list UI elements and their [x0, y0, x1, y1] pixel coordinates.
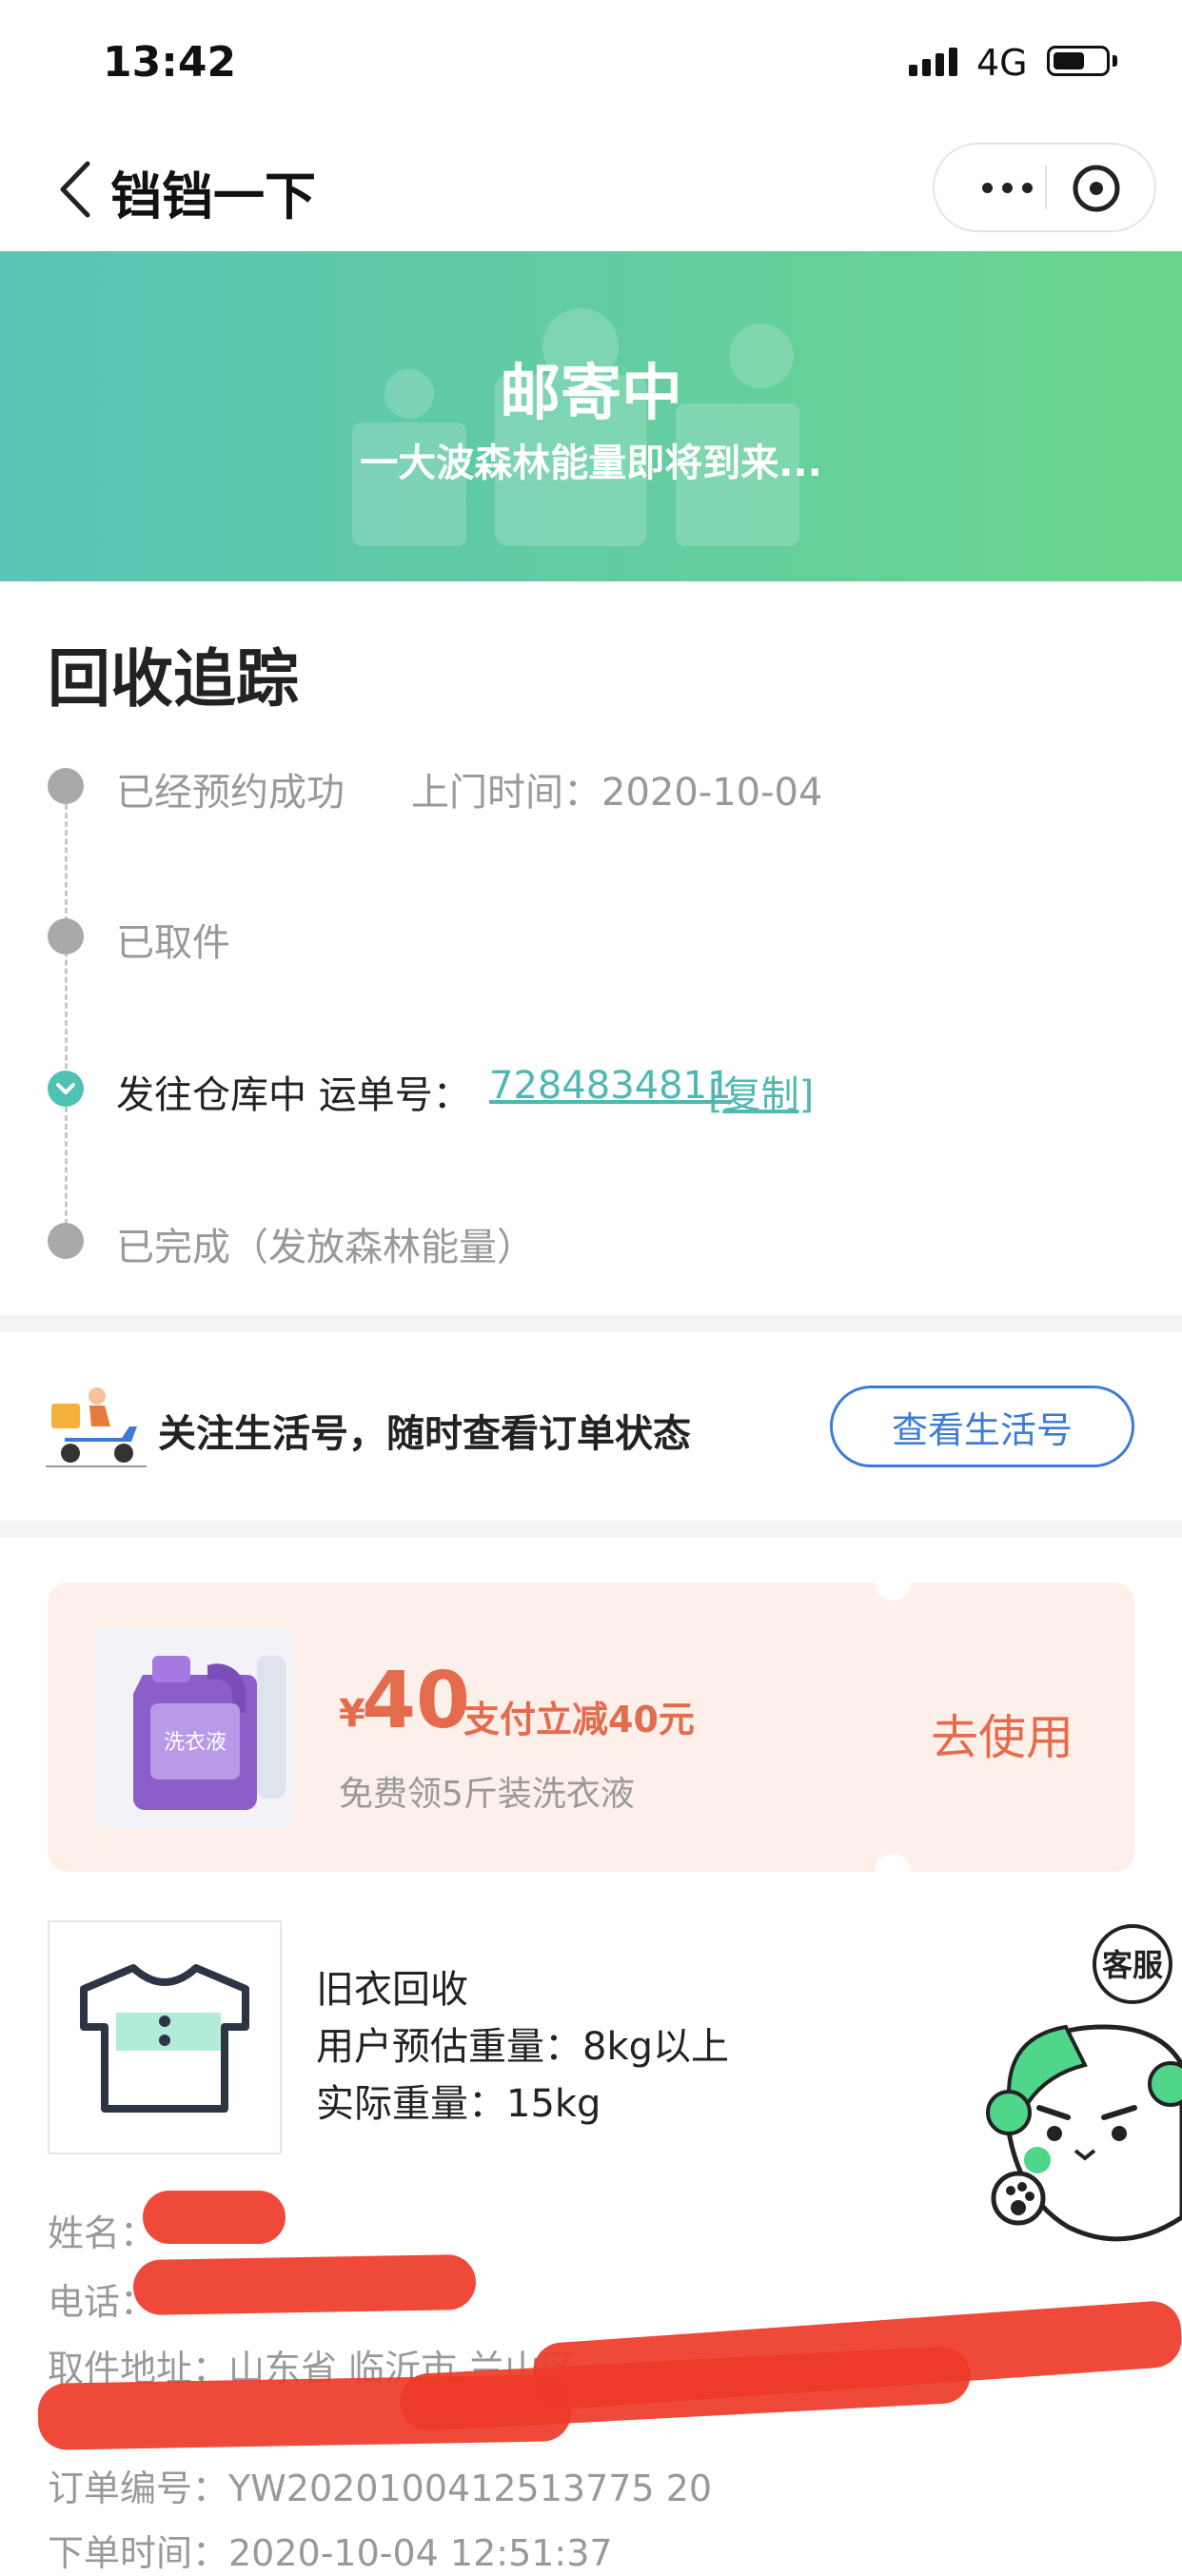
copy-link[interactable]: [复制]	[708, 1064, 814, 1119]
estimated-weight: 用户预估重量：8kg以上	[316, 2025, 730, 2069]
follow-prompt: 关注生活号，随时查看订单状态	[158, 1412, 691, 1456]
name-label: 姓名：	[48, 2212, 157, 2254]
battery-tip	[1113, 55, 1117, 67]
back-icon[interactable]	[55, 160, 95, 219]
section-divider	[0, 1521, 1182, 1538]
step-booked-time: 上门时间：2020-10-04	[411, 771, 823, 815]
coupon-notch	[875, 1854, 911, 1890]
mini-program-capsule	[933, 143, 1156, 232]
battery-icon	[1047, 46, 1110, 76]
timeline-dot	[48, 1223, 84, 1259]
page-title: 铛铛一下	[110, 167, 316, 226]
redaction-mark	[132, 2253, 477, 2316]
service-label: 客服	[1102, 1947, 1163, 1983]
section-divider	[0, 1315, 1182, 1332]
timeline-current-icon	[48, 1071, 84, 1107]
coupon-notch	[875, 1564, 911, 1601]
detergent-label: 洗衣液	[164, 1731, 227, 1755]
status-time: 13:42	[103, 38, 237, 87]
tshirt-icon	[80, 1964, 249, 2113]
close-icon[interactable]	[1072, 164, 1121, 213]
delivery-rider-icon	[46, 1385, 147, 1470]
tracking-title: 回收追踪	[48, 642, 299, 716]
actual-weight: 实际重量：15kg	[316, 2082, 601, 2126]
use-coupon-button[interactable]: 去使用	[931, 1700, 1074, 1768]
banner-subtitle: 一大波森林能量即将到来...	[360, 442, 822, 485]
view-life-account-button[interactable]: 查看生活号	[830, 1386, 1134, 1467]
step-shipping-label: 发往仓库中 运单号：	[116, 1073, 471, 1117]
step-complete-label: 已完成（发放森林能量）	[116, 1226, 535, 1269]
detergent-image: 洗衣液	[95, 1627, 295, 1827]
signal-icon	[909, 48, 957, 76]
step-booked-label: 已经预约成功	[116, 771, 345, 815]
coupon-description: 支付立减40元	[463, 1699, 695, 1740]
order-number: 订单编号：YW2020100412513775 20	[48, 2468, 713, 2509]
timeline-dot	[48, 768, 84, 804]
capsule-divider	[1045, 166, 1047, 209]
more-icon[interactable]	[969, 145, 1045, 230]
status-banner: 邮寄中 一大波森林能量即将到来...	[0, 251, 1182, 581]
timeline-line	[65, 804, 68, 1242]
coupon-amount: 40	[362, 1656, 471, 1746]
banner-title: 邮寄中	[500, 359, 682, 429]
step-picked-label: 已取件	[116, 921, 230, 965]
customer-service-mascot[interactable]: 客服	[980, 1922, 1182, 2274]
network-type: 4G	[976, 42, 1028, 84]
coupon-subtitle: 免费领5斤装洗衣液	[339, 1775, 635, 1814]
order-time: 下单时间：2020-10-04 12:51:37	[48, 2532, 613, 2574]
tracking-number-link[interactable]: 7284834811	[489, 1064, 732, 1108]
timeline-dot	[48, 918, 84, 954]
product-name: 旧衣回收	[316, 1968, 468, 2012]
redaction-mark	[143, 2191, 286, 2244]
product-thumbnail	[48, 1920, 282, 2154]
